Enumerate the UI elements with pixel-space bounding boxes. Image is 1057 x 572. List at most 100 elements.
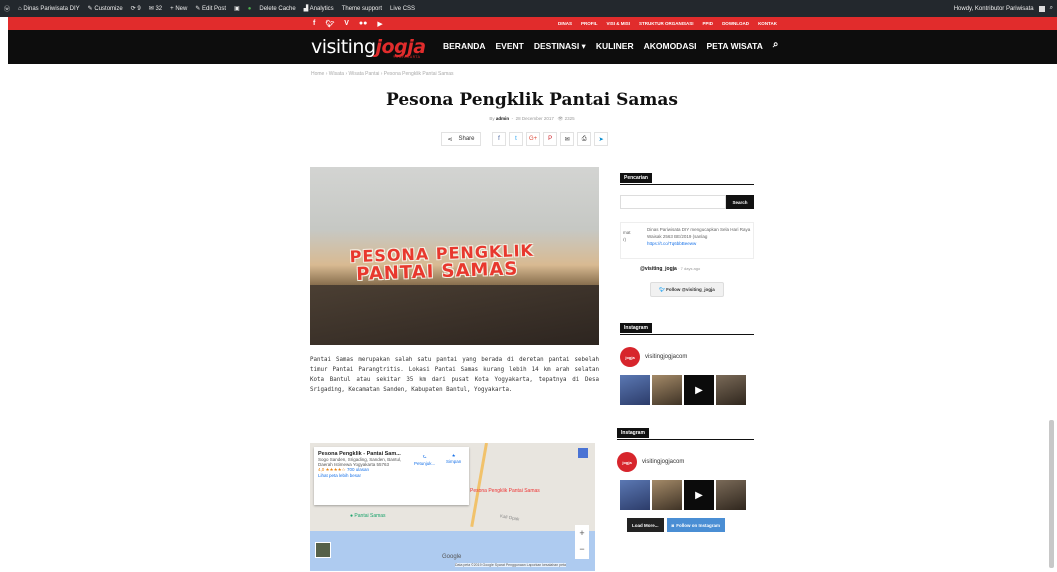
nav-item-beranda[interactable]: BERANDA [443, 41, 486, 52]
googleplus-icon[interactable]: G+ [526, 132, 541, 146]
avatar[interactable]: jogja [617, 452, 637, 472]
map-pin-pengklik[interactable]: Pesona Pengklik Pantai Samas [470, 488, 540, 494]
author-link[interactable]: admin [496, 116, 509, 121]
facebook-icon[interactable]: f [313, 20, 315, 28]
map-zoom-control: + − [575, 525, 589, 559]
new-link[interactable]: + New [170, 6, 187, 12]
pegman-icon[interactable] [578, 448, 588, 458]
site-logo[interactable]: visitingjogja YOGYAKARTA [311, 36, 426, 59]
cache-icon[interactable]: ▣ [234, 5, 240, 12]
analytics-link[interactable]: ▟ Analytics [304, 5, 334, 12]
instagram-widget-1: Instagram jogja visitingjogjacom ▶ [620, 316, 754, 405]
instagram-heading: Instagram [620, 323, 652, 333]
instagram-username[interactable]: visitingjogjacom [645, 354, 687, 360]
instagram-thumbnail[interactable] [716, 480, 746, 510]
top-menu-item[interactable]: DOWNLOAD [722, 21, 749, 26]
map-bigger-link[interactable]: Lihat peta lebih besar [318, 473, 465, 478]
map-address: Sogo Sanden, Srigading, Sanden, Bantul, … [318, 457, 402, 467]
email-icon[interactable]: ✉ [560, 132, 575, 146]
instagram-thumbnail[interactable] [620, 480, 650, 510]
play-icon[interactable]: ▶ [684, 375, 714, 405]
google-logo: Google [442, 554, 462, 560]
customize-label: Customize [94, 6, 123, 12]
top-menu-item[interactable]: STRUKTUR ORGANISASI [639, 21, 694, 26]
top-menu-item[interactable]: PROFIL [581, 21, 598, 26]
map-save-button[interactable]: ★ Simpan [446, 453, 461, 464]
theme-support-link[interactable]: Theme support [342, 6, 382, 12]
nav-item-peta-wisata[interactable]: PETA WISATA [706, 41, 762, 52]
tweet-time: · 7 days ago [678, 266, 701, 271]
avatar[interactable]: jogja [620, 347, 640, 367]
youtube-icon[interactable]: ▶ [377, 20, 382, 28]
top-menu-item[interactable]: KONTAK [758, 21, 777, 26]
delete-cache-link[interactable]: Delete Cache [259, 6, 295, 12]
tweet-link[interactable]: https://t.co/Tq6bbBeeww [647, 240, 753, 247]
load-more-button[interactable]: Load More... [627, 518, 664, 532]
flickr-icon[interactable]: ●● [359, 20, 367, 28]
directions-label: Petunjuk... [414, 461, 436, 466]
share-button[interactable]: ⋖ Share [441, 132, 481, 146]
nav-item-kuliner[interactable]: KULINER [596, 41, 634, 52]
follow-instagram-button[interactable]: ◙ Follow on Instagram [666, 518, 725, 532]
map-pin-samas[interactable]: ● Pantai Samas [350, 513, 386, 519]
site-name-link[interactable]: ⌂ Dinas Pariwisata DIY [18, 6, 80, 12]
pinterest-icon[interactable]: P [543, 132, 558, 146]
avatar[interactable] [1038, 5, 1045, 12]
post-date: 28 December 2017 [515, 116, 554, 121]
breadcrumb[interactable]: Home › Wisata › Wisata Pantai › Pesona P… [311, 71, 454, 77]
search-input[interactable] [620, 195, 726, 209]
map-satellite-toggle[interactable] [315, 542, 331, 558]
tweet-handle[interactable]: @visiting_jogja [640, 266, 677, 272]
share-icon: ⋖ [447, 136, 453, 143]
customize-link[interactable]: ✎ Customize [88, 5, 123, 12]
instagram-thumbnail[interactable] [652, 375, 682, 405]
nav-item-destinasi[interactable]: DESTINASI ▾ [534, 41, 586, 52]
search-button[interactable]: Search [726, 195, 754, 209]
play-icon[interactable]: ▶ [684, 480, 714, 510]
map-rating: 4,0 ★★★★☆ [318, 467, 346, 472]
facebook-icon[interactable]: f [492, 132, 506, 146]
hero-wall [310, 285, 599, 345]
search-icon[interactable]: ⌕ [773, 39, 779, 52]
top-menu-item[interactable]: PPID [703, 21, 714, 26]
updates-link[interactable]: ⟳ 9 [131, 5, 141, 12]
comments-link[interactable]: ✉ 32 [149, 5, 162, 12]
telegram-icon[interactable]: ➤ [594, 132, 609, 146]
map-reviews-link[interactable]: 700 ulasan [347, 467, 369, 472]
live-css-link[interactable]: Live CSS [390, 6, 415, 12]
wp-admin-bar: ⓦ ⌂ Dinas Pariwisata DIY ✎ Customize ⟳ 9… [0, 0, 1057, 17]
instagram-username[interactable]: visitingjogjacom [642, 459, 684, 465]
updates-count: 9 [137, 6, 141, 12]
edit-post-link[interactable]: ✎ Edit Post [195, 5, 226, 12]
vimeo-icon[interactable]: V [344, 20, 349, 28]
scrollbar[interactable] [1049, 420, 1054, 568]
search-icon[interactable]: ⌕ [1050, 5, 1053, 12]
featured-image: PESONA PENGKLIK PANTAI SAMAS [310, 167, 599, 345]
map-road [470, 443, 488, 527]
map-directions-button[interactable]: ⮑ Petunjuk... [414, 453, 435, 466]
zoom-out-button[interactable]: − [575, 541, 589, 557]
search-heading: Pencarian [620, 173, 652, 183]
instagram-thumbnail[interactable] [620, 375, 650, 405]
google-map-embed[interactable]: Kali Opak Pesona Pengklik - Pantai Sam..… [310, 443, 595, 571]
howdy-link[interactable]: Howdy, Kontributor Pariwisata [954, 6, 1034, 12]
twitter-icon[interactable]: t [509, 132, 523, 146]
site-header: visitingjogja YOGYAKARTA BERANDA EVENT D… [8, 30, 1057, 64]
nav-item-akomodasi[interactable]: AKOMODASI [644, 41, 697, 52]
follow-instagram-label: Follow on Instagram [676, 522, 720, 528]
map-place-card: Pesona Pengklik - Pantai Sam... Sogo San… [314, 447, 469, 505]
top-menu-item[interactable]: DINAS [558, 21, 572, 26]
zoom-in-button[interactable]: + [575, 525, 589, 541]
nav-item-event[interactable]: EVENT [496, 41, 524, 52]
instagram-thumbnail[interactable] [652, 480, 682, 510]
print-icon[interactable]: ⎙ [577, 132, 592, 146]
wordpress-icon[interactable]: ⓦ [4, 4, 10, 13]
twitter-icon[interactable]: 🐦︎ [325, 20, 334, 28]
tweet-prev-fragment: mat r) [623, 230, 631, 242]
instagram-heading: Instagram [617, 428, 649, 438]
instagram-thumbnail[interactable] [716, 375, 746, 405]
top-menu-item[interactable]: VISI & MISI [607, 21, 631, 26]
logo-sub: YOGYAKARTA [393, 55, 421, 59]
share-label: Share [458, 136, 475, 142]
twitter-follow-button[interactable]: 🐦︎ Follow @visiting_jogja [650, 282, 724, 297]
